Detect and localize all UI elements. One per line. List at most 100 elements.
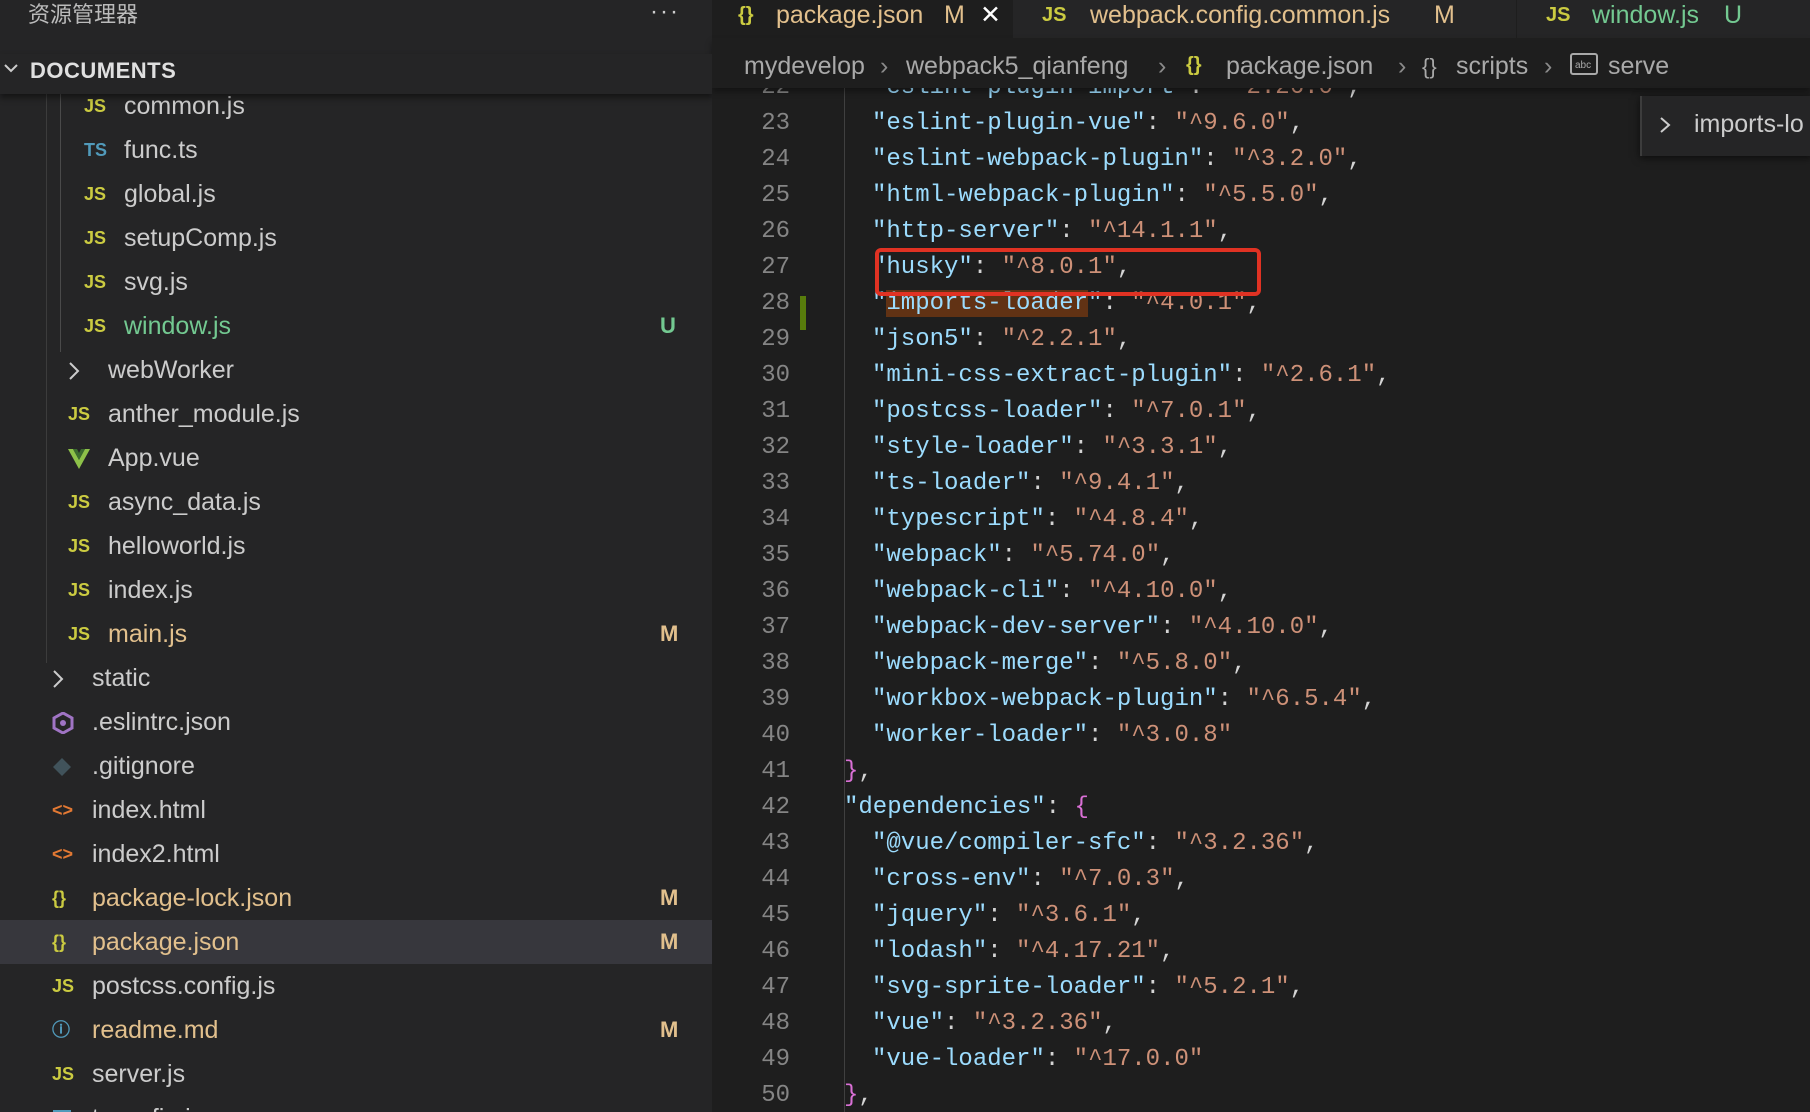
file-tree-item[interactable]: .gitignore <box>0 744 712 788</box>
code-line: }, <box>844 754 873 790</box>
file-tree-item[interactable]: <> index2.html <box>0 832 712 876</box>
js-file-icon: JS <box>52 1064 75 1084</box>
token: " <box>1203 218 1218 245</box>
file-tree-item[interactable]: .eslintrc.json <box>0 700 712 744</box>
token: " <box>1275 110 1290 137</box>
json-value: ^3.3.1 <box>1116 434 1204 461</box>
punctuation: , <box>858 1082 873 1109</box>
tab-webpack-config-common[interactable]: JS webpack.config.common.js M <box>1012 0 1517 38</box>
line-number: 29 <box>761 326 790 353</box>
file-tree-item[interactable]: webWorker <box>0 348 712 392</box>
file-tree-item[interactable]: static <box>0 656 712 700</box>
code-editor[interactable]: 22"eslint-plugin-import": "^2.26.0",23"e… <box>712 88 1810 1112</box>
token: " <box>872 650 887 677</box>
token: " <box>1131 830 1146 857</box>
json-key: http-server <box>886 218 1045 245</box>
token: : <box>1174 182 1204 209</box>
chevron-right-icon <box>52 656 64 700</box>
file-name: .eslintrc.json <box>92 708 231 736</box>
token: " <box>1160 470 1175 497</box>
js-file-icon: JS <box>68 404 91 424</box>
breadcrumb-item[interactable]: scripts <box>1456 52 1528 81</box>
token: " <box>1275 974 1290 1001</box>
token: " <box>1116 650 1132 677</box>
file-tree-item[interactable]: JS setupComp.js <box>0 216 712 260</box>
json-key: workbox-webpack-plugin <box>886 686 1204 713</box>
file-tree-item[interactable]: JS postcss.config.js <box>0 964 712 1008</box>
json-key: @vue/compiler-sfc <box>886 830 1132 857</box>
json-value: ^2.6.1 <box>1275 362 1362 389</box>
token: " <box>872 974 887 1001</box>
json-value: ^6.5.4 <box>1260 686 1348 713</box>
file-name: .gitignore <box>92 752 195 780</box>
file-tree-item[interactable]: {} package-lock.json M <box>0 876 712 920</box>
json-key: eslint-plugin-import <box>886 88 1174 101</box>
punctuation: , <box>1217 578 1233 605</box>
explorer-sidebar: 资源管理器 ··· DOCUMENTS JS common.js TS func.ts… <box>0 0 712 1112</box>
file-name: setupComp.js <box>124 224 277 252</box>
file-tree-item[interactable]: JS anther_module.js <box>0 392 712 436</box>
line-number: 42 <box>761 794 790 821</box>
punctuation: , <box>1318 182 1333 209</box>
file-tree-item[interactable]: JS helloworld.js <box>0 524 712 568</box>
file-tree-item[interactable]: JS main.js M <box>0 612 712 656</box>
code-line: "eslint-plugin-vue": "^9.6.0", <box>872 106 1304 142</box>
code-line: "webpack-dev-server": "^4.10.0", <box>872 610 1333 646</box>
file-tree-item[interactable]: JS index.js <box>0 568 712 612</box>
more-actions-button[interactable]: ··· <box>650 0 680 24</box>
token: " <box>1289 830 1305 857</box>
file-tree-item[interactable]: JS svg.js <box>0 260 712 304</box>
file-tree-item[interactable]: ⓘ readme.md M <box>0 1008 712 1052</box>
file-tree-item[interactable]: JS global.js <box>0 172 712 216</box>
file-tree-item[interactable]: TS func.ts <box>0 128 712 172</box>
line-number: 50 <box>761 1082 790 1109</box>
file-tree-item[interactable]: JS async_data.js <box>0 480 712 524</box>
html-file-icon: <> <box>52 800 74 820</box>
json-key: webpack-merge <box>886 650 1074 677</box>
file-tree-item[interactable]: JS server.js <box>0 1052 712 1096</box>
breadcrumb-item[interactable]: webpack5_qianfeng <box>906 52 1128 81</box>
file-name: static <box>92 664 151 692</box>
json-value: ^3.2.36 <box>987 1010 1089 1037</box>
token: " <box>1016 902 1031 929</box>
svg-text:abc: abc <box>1575 60 1591 71</box>
file-tree-item[interactable]: JS window.js U <box>0 304 712 348</box>
punctuation: , <box>1304 830 1319 857</box>
file-tree-item[interactable]: App.vue <box>0 436 712 480</box>
token: : <box>1088 650 1117 677</box>
file-tree-item[interactable]: tsconfig.json <box>0 1096 712 1112</box>
js-file-icon: JS <box>84 272 107 292</box>
token: " <box>1073 1046 1089 1073</box>
json-value: ^5.5.0 <box>1217 182 1305 209</box>
chevron-right-icon: › <box>1158 52 1167 80</box>
git-file-icon <box>52 744 72 788</box>
punctuation: , <box>1102 1010 1117 1037</box>
token: " <box>1030 506 1045 533</box>
close-icon[interactable]: ✕ <box>980 0 1001 30</box>
code-line: "vue": "^3.2.36", <box>872 1006 1117 1042</box>
code-line: "http-server": "^14.1.1", <box>872 214 1232 250</box>
sticky-scroll-widget[interactable]: imports-lo <box>1640 96 1810 156</box>
json-file-icon: {} <box>738 4 754 26</box>
token: " <box>958 326 973 353</box>
token: " <box>872 722 887 749</box>
chevron-down-icon <box>4 64 18 73</box>
line-number: 35 <box>761 542 790 569</box>
code-line: "webpack": "^5.74.0", <box>872 538 1175 574</box>
tab-package-json[interactable]: {} package.json M ✕ <box>712 0 1013 38</box>
token: " <box>1016 866 1031 893</box>
tab-label: window.js <box>1592 1 1699 29</box>
file-tree-item[interactable]: <> index.html <box>0 788 712 832</box>
file-tree-item[interactable]: {} package.json M <box>0 920 712 964</box>
breadcrumb-item[interactable]: package.json <box>1226 52 1373 81</box>
tab-window-js[interactable]: JS window.js U <box>1516 0 1810 38</box>
token: " <box>1174 110 1189 137</box>
sticky-scroll-label: imports-lo <box>1694 110 1804 138</box>
workspace-section-header[interactable]: DOCUMENTS <box>0 54 712 94</box>
breadcrumb-item[interactable]: mydevelop <box>744 52 865 81</box>
code-line: "mini-css-extract-plugin": "^2.6.1", <box>872 358 1391 394</box>
breadcrumb-item[interactable]: serve <box>1608 52 1669 81</box>
file-name: postcss.config.js <box>92 972 276 1000</box>
chevron-right-icon <box>68 348 80 392</box>
token: " <box>1304 182 1319 209</box>
